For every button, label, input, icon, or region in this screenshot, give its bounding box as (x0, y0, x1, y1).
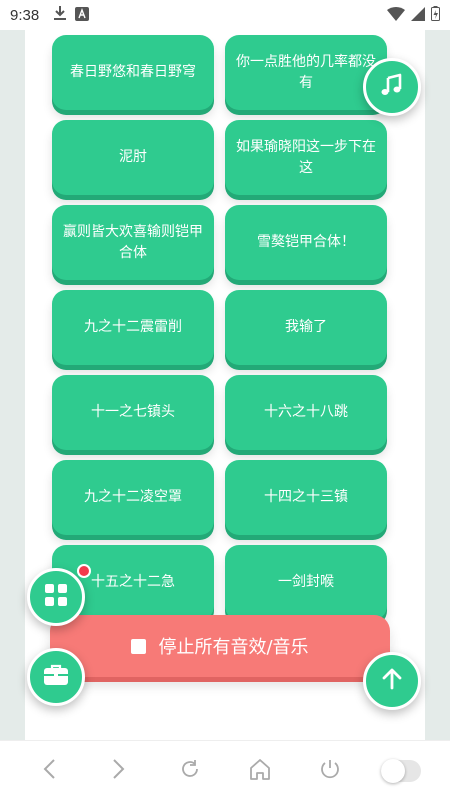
forward-button[interactable] (99, 751, 139, 791)
sound-tile[interactable]: 雪獒铠甲合体！ (225, 205, 387, 280)
sound-tile[interactable]: 泥肘 (52, 120, 214, 195)
page-margin-right (425, 30, 450, 740)
a-box-icon (75, 6, 90, 25)
home-button[interactable] (240, 751, 280, 791)
toolbox-button[interactable] (27, 648, 85, 706)
sound-tile[interactable]: 你一点胜他的几率都没有 (225, 35, 387, 110)
grid-icon (44, 583, 68, 611)
stop-all-label: 停止所有音效/音乐 (158, 637, 309, 658)
toggle-switch[interactable] (380, 751, 421, 791)
music-button[interactable] (363, 58, 421, 116)
refresh-button[interactable] (170, 751, 210, 791)
download-icon (53, 5, 67, 25)
sound-tile[interactable]: 如果瑜晓阳这一步下在这 (225, 120, 387, 195)
back-icon (42, 758, 56, 784)
music-note-icon (379, 72, 405, 102)
toggle-knob (380, 758, 405, 783)
back-button[interactable] (29, 751, 69, 791)
sound-tile[interactable]: 十一之七镇头 (52, 375, 214, 450)
grid-menu-button[interactable] (27, 568, 85, 626)
scroll-top-button[interactable] (363, 652, 421, 710)
sound-tile[interactable]: 我输了 (225, 290, 387, 365)
status-bar: 9:38 (0, 0, 450, 30)
refresh-icon (179, 758, 201, 784)
power-button[interactable] (310, 751, 350, 791)
home-icon (248, 758, 272, 784)
stop-icon (131, 638, 147, 654)
sound-tile[interactable]: 九之十二震雷削 (52, 290, 214, 365)
sound-tile[interactable]: 赢则皆大欢喜输则铠甲合体 (52, 205, 214, 280)
sound-tile[interactable]: 十四之十三镇 (225, 460, 387, 535)
signal-icon (411, 6, 425, 25)
wifi-icon (387, 6, 405, 25)
sound-tile[interactable]: 春日野悠和春日野穹 (52, 35, 214, 110)
toggle-track (380, 758, 421, 783)
battery-icon (431, 5, 440, 25)
stop-all-button[interactable]: 停止所有音效/音乐 (50, 615, 390, 677)
sound-tile[interactable]: 九之十二凌空罩 (52, 460, 214, 535)
notification-badge (77, 564, 91, 578)
page-margin-left (0, 30, 25, 740)
forward-icon (112, 758, 126, 784)
bottom-nav-bar (0, 740, 450, 800)
status-time: 9:38 (10, 6, 40, 24)
arrow-up-icon (380, 667, 404, 695)
sound-tile[interactable]: 一剑封喉 (225, 545, 387, 620)
toolbox-icon (43, 663, 69, 691)
sound-tile[interactable]: 十六之十八跳 (225, 375, 387, 450)
power-icon (319, 758, 341, 784)
